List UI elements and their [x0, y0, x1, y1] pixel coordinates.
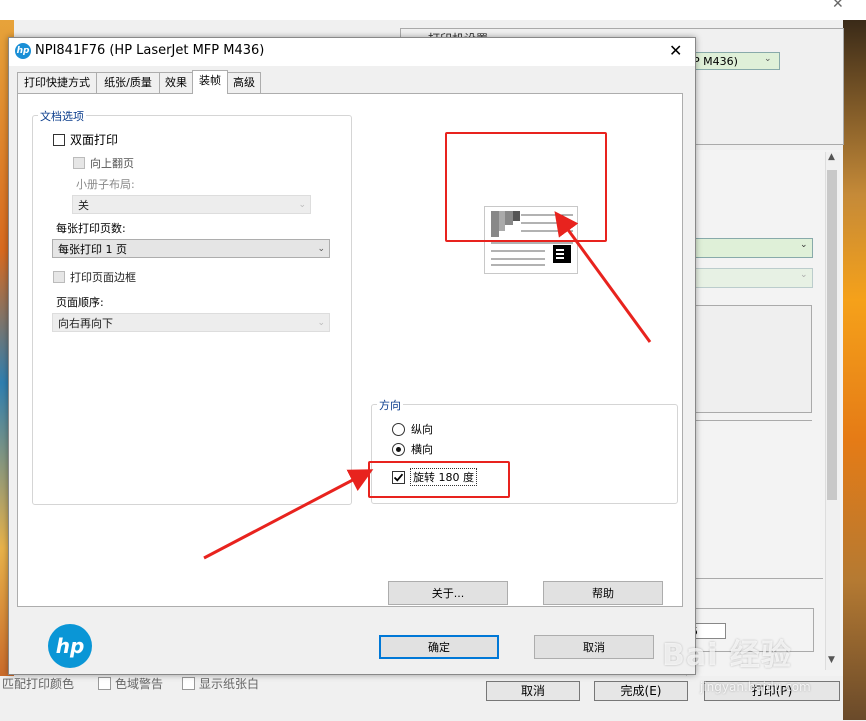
annotation-arrow-preview	[554, 211, 652, 343]
annotation-arrows	[203, 211, 652, 560]
tab-finishing[interactable]: 装帧	[192, 70, 228, 94]
watermark-logo: Bai 经验	[662, 638, 792, 673]
annotation-arrow-rotate	[203, 469, 374, 560]
watermark-url: jingyan.baidu.com	[700, 680, 811, 694]
